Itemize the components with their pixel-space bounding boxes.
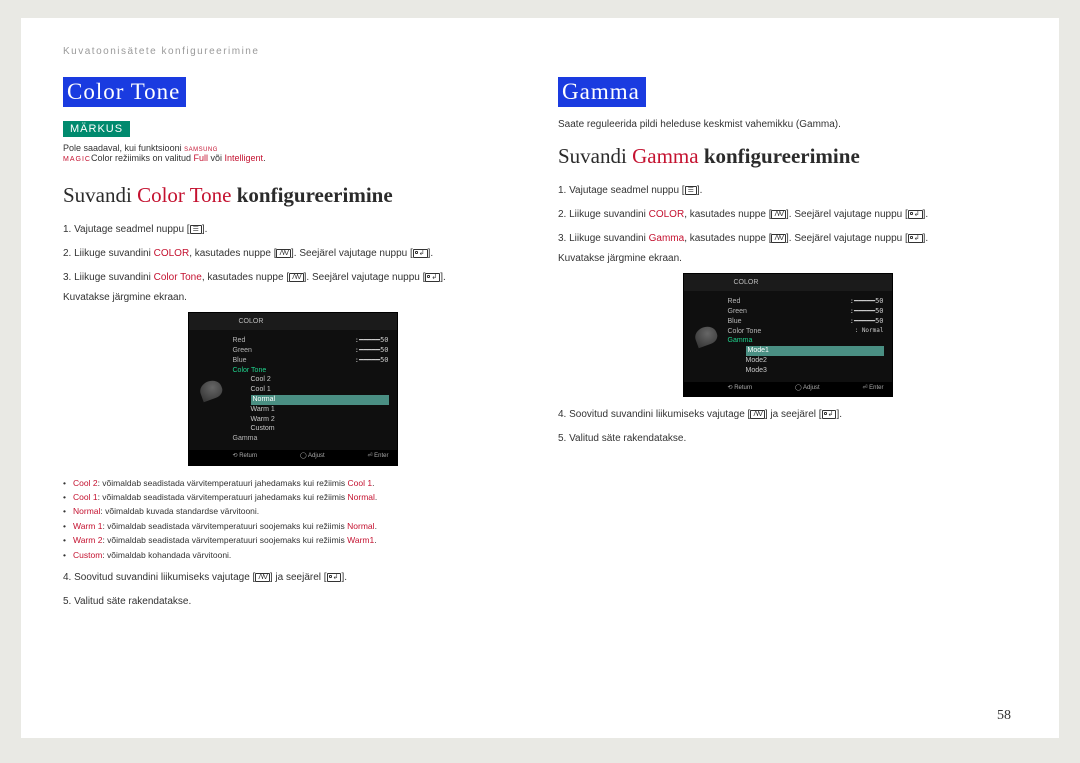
option-bullets: Cool 2: võimaldab seadistada värvitemper… <box>63 476 522 563</box>
note-label: MÄRKUS <box>63 121 130 137</box>
enter-icon <box>425 273 440 282</box>
section-title-color-tone: Color Tone <box>63 77 186 107</box>
section-title-gamma: Gamma <box>558 77 646 107</box>
updown-icon: ᐱ/ᐯ <box>771 210 786 219</box>
manual-page: Kuvatoonisätete konfigureerimine Color T… <box>21 18 1059 738</box>
palette-icon <box>692 324 719 348</box>
step-2: 2. Liikuge suvandini COLOR, kasutades nu… <box>558 207 1017 223</box>
step-3: 3. Liikuge suvandini Gamma, kasutades nu… <box>558 231 1017 397</box>
updown-icon: ᐱ/ᐯ <box>771 234 786 243</box>
menu-icon <box>685 186 697 195</box>
updown-icon: ᐱ/ᐯ <box>750 410 765 419</box>
step-1: 1. Vajutage seadmel nuppu []. <box>558 183 1017 199</box>
breadcrumb: Kuvatoonisätete konfigureerimine <box>63 46 1017 57</box>
step-2: 2. Liikuge suvandini COLOR, kasutades nu… <box>63 246 522 262</box>
enter-icon <box>908 234 923 243</box>
osd-screenshot-colortone: COLOR Red:━━━━━50 Green:━━━━━50 Blue:━━━… <box>188 312 398 466</box>
step-4: 4. Soovitud suvandini liikumiseks vajuta… <box>558 407 1017 423</box>
step-3: 3. Liikuge suvandini Color Tone, kasutad… <box>63 270 522 562</box>
osd-screenshot-gamma: COLOR Red:━━━━━50 Green:━━━━━50 Blue:━━━… <box>683 273 893 397</box>
page-number: 58 <box>997 708 1011 724</box>
step-4: 4. Soovitud suvandini liikumiseks vajuta… <box>63 570 522 586</box>
right-column: Gamma Saate reguleerida pildi heleduse k… <box>558 77 1017 618</box>
updown-icon: ᐱ/ᐯ <box>276 249 291 258</box>
updown-icon: ᐱ/ᐯ <box>289 273 304 282</box>
note-text: Pole saadaval, kui funktsiooni SAMSUNGMA… <box>63 143 522 163</box>
subsection-title: Suvandi Color Tone konfigureerimine <box>63 183 522 208</box>
palette-icon <box>197 378 224 402</box>
step-1: 1. Vajutage seadmel nuppu []. <box>63 222 522 238</box>
enter-icon <box>908 210 923 219</box>
intro-text: Saate reguleerida pildi heleduse keskmis… <box>558 119 1017 130</box>
subsection-title: Suvandi Gamma konfigureerimine <box>558 144 1017 169</box>
step-5: 5. Valitud säte rakendatakse. <box>558 431 1017 447</box>
enter-icon <box>413 249 428 258</box>
enter-icon <box>327 573 342 582</box>
menu-icon <box>190 225 202 234</box>
left-column: Color Tone MÄRKUS Pole saadaval, kui fun… <box>63 77 522 618</box>
enter-icon <box>822 410 837 419</box>
updown-icon: ᐱ/ᐯ <box>255 573 270 582</box>
step-5: 5. Valitud säte rakendatakse. <box>63 594 522 610</box>
